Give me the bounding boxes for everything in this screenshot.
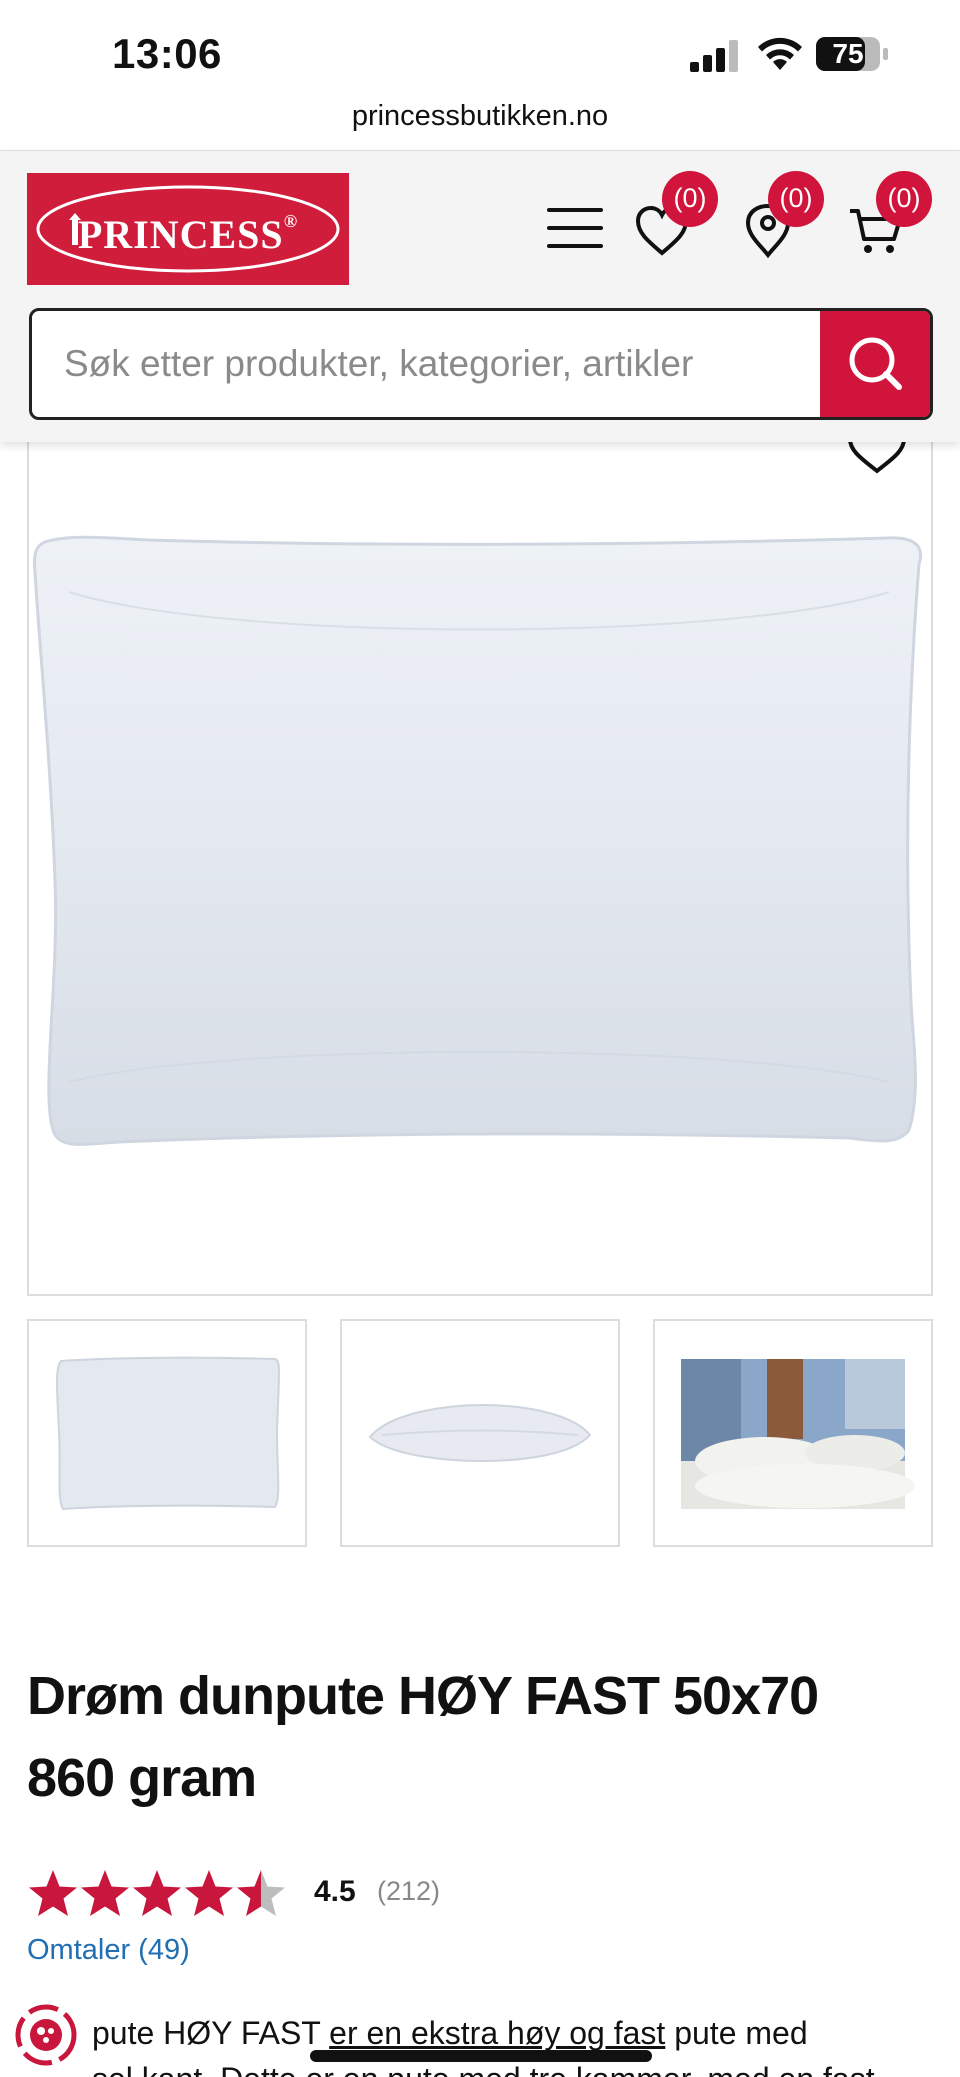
- pillow-side-thumbnail: [368, 1403, 592, 1463]
- thumbnail-2[interactable]: [340, 1319, 620, 1547]
- site-header: PRINCESS® (0) (0) (0): [0, 150, 960, 442]
- search-button[interactable]: [820, 311, 930, 417]
- star-icon: [185, 1870, 233, 1916]
- star-icon: [81, 1870, 129, 1916]
- product-title: Drøm dunpute HØY FAST 50x70 860 gram: [27, 1666, 819, 1808]
- princess-logo[interactable]: PRINCESS®: [27, 173, 349, 285]
- product-description: pute HØY FAST er en ekstra høy og fast p…: [92, 2010, 922, 2077]
- pillow-product-image: [33, 535, 922, 1146]
- thumbnail-1[interactable]: [27, 1319, 307, 1547]
- thumbnail-3[interactable]: [653, 1319, 933, 1547]
- search-input[interactable]: [32, 311, 822, 417]
- description-start: pute HØY FAST: [92, 2015, 330, 2051]
- description-line-2: sel kant. Dette er en pute med tre kamme…: [92, 2061, 875, 2077]
- star-icon: [133, 1870, 181, 1916]
- wishlist-count-badge: (0): [662, 171, 718, 227]
- home-indicator[interactable]: [310, 2050, 652, 2062]
- chat-widget-icon[interactable]: [14, 2003, 78, 2067]
- description-highlight: er en ekstra høy og fast: [329, 2015, 666, 2051]
- signal-icon: [690, 40, 738, 72]
- wifi-icon: [758, 37, 802, 70]
- pillow-front-thumbnail: [56, 1356, 280, 1511]
- half-star-icon: [237, 1870, 285, 1916]
- reviews-link[interactable]: Omtaler (49): [27, 1934, 190, 1967]
- rating-value: 4.5: [314, 1875, 356, 1908]
- star-icon: [29, 1870, 77, 1916]
- description-end: pute med: [665, 2015, 808, 2051]
- main-product-image[interactable]: [27, 442, 933, 1296]
- browser-url[interactable]: princessbutikken.no: [0, 100, 960, 133]
- logo-registered-mark: ®: [283, 211, 299, 231]
- logo-text: PRINCESS®: [27, 211, 349, 258]
- status-time: 13:06: [112, 30, 222, 77]
- rating-stars: [29, 1870, 285, 1916]
- stores-count-badge: (0): [768, 171, 824, 227]
- logo-wordmark: PRINCESS: [77, 212, 284, 257]
- cart-count-badge: (0): [876, 171, 932, 227]
- battery-level: 75: [832, 38, 864, 69]
- menu-icon[interactable]: [545, 206, 605, 250]
- rating-count: (212): [377, 1876, 441, 1906]
- search-icon: [849, 337, 902, 390]
- search-bar: [29, 308, 933, 420]
- status-bar: 13:06 75 princessbutikken.no: [0, 0, 960, 132]
- bedroom-lifestyle-thumbnail: [681, 1359, 915, 1509]
